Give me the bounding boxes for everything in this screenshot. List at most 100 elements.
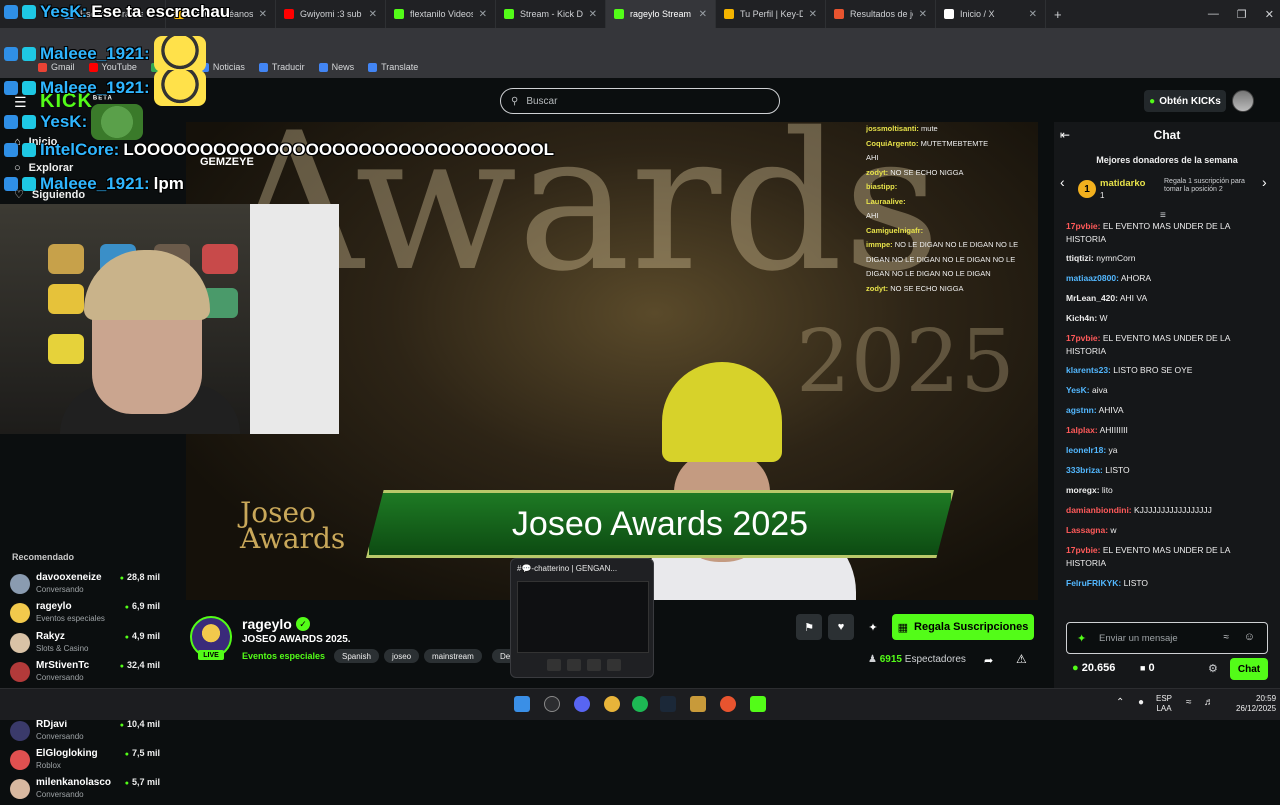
more-button[interactable]: ✦ <box>860 614 886 640</box>
browser-tab[interactable]: Gwiyomi :3 sub e ✕ <box>276 0 386 28</box>
recommended-channel[interactable]: MrStivenTcConversando 32,4 mil <box>10 660 160 688</box>
browser-tab[interactable]: Resultados de jos ✕ <box>826 0 936 28</box>
chat-username[interactable]: FelruFRIKYK: <box>1066 578 1121 588</box>
restore-icon[interactable]: ❐ <box>1237 8 1247 21</box>
chat-username[interactable]: klarents23: <box>1066 365 1111 375</box>
follow-button[interactable]: ♥ <box>828 614 854 640</box>
tab-close-icon[interactable]: ✕ <box>259 9 267 20</box>
mic-tray-icon[interactable]: ● <box>1138 697 1144 708</box>
search-input[interactable]: ⚲ Buscar <box>500 88 780 114</box>
share-icon[interactable]: ➦ <box>984 654 993 667</box>
bookmark-item[interactable]: Translate <box>368 62 418 72</box>
user-avatar[interactable] <box>1232 90 1254 112</box>
chat-username[interactable]: 333briza: <box>1066 465 1103 475</box>
video-chat-line: AHI <box>866 153 879 162</box>
emoji-icon[interactable]: ☺ <box>1244 631 1255 643</box>
chat-settings-icon[interactable]: ⚙ <box>1208 662 1218 675</box>
stream-tag[interactable]: mainstream <box>424 649 482 663</box>
tab-close-icon[interactable]: ✕ <box>479 9 487 20</box>
chat-username[interactable]: ttiqtizi: <box>1066 253 1094 263</box>
tab-close-icon[interactable]: ✕ <box>1029 9 1037 20</box>
tab-favicon <box>724 9 734 19</box>
overlay-badge2-icon <box>22 115 36 129</box>
recommended-channel[interactable]: davooxeneize Conversando 28,8 mil <box>10 572 160 600</box>
steam-icon[interactable] <box>660 696 676 712</box>
chat-username[interactable]: 17pvbie: <box>1066 333 1101 343</box>
video-chat-line: zodyt: NO SE ECHO NIGGA <box>866 283 964 293</box>
overlay-badge2-icon <box>22 5 36 19</box>
tab-close-icon[interactable]: ✕ <box>369 9 377 20</box>
bookmark-item[interactable]: News <box>318 62 354 72</box>
app-icon[interactable] <box>544 696 560 712</box>
chat-username[interactable]: MrLean_420: <box>1066 293 1118 303</box>
chat-username[interactable]: Kich4n: <box>1066 313 1097 323</box>
chrome-icon[interactable] <box>604 696 620 712</box>
tab-close-icon[interactable]: ✕ <box>589 9 597 20</box>
tab-favicon <box>284 9 294 19</box>
stream-tag[interactable]: Spanish <box>334 649 379 663</box>
tab-favicon <box>504 9 514 19</box>
nav-explorar[interactable]: ○ Explorar <box>14 162 73 174</box>
chat-username[interactable]: Lassagna: <box>1066 525 1108 535</box>
chat-username[interactable]: 1alplax: <box>1066 425 1098 435</box>
stream-category[interactable]: Eventos especiales <box>242 651 325 661</box>
recommended-channel[interactable]: RDjaviConversando 10,4 mil <box>10 719 160 747</box>
browser-tab[interactable]: flextanilo Videos ✕ <box>386 0 496 28</box>
browser-tab[interactable]: Inicio / X ✕ <box>936 0 1046 28</box>
get-kicks-button[interactable]: ● Obtén KICKs <box>1144 90 1226 112</box>
bookmark-item[interactable]: Noticias <box>199 62 245 72</box>
chat-username[interactable]: leonelr18: <box>1066 445 1106 455</box>
volume-icon[interactable]: ♬ <box>1204 697 1214 708</box>
chat-message: 17pvbie: EL EVENTO MAS UNDER DE LA HISTO… <box>1066 544 1264 570</box>
language-indicator[interactable]: ESP LAA <box>1156 694 1172 714</box>
gift-subscriptions-button[interactable]: ▦ Regala Suscripciones <box>892 614 1034 640</box>
recommended-channel[interactable]: ElGloglokingRoblox 7,5 mil <box>10 748 160 776</box>
stream-tag[interactable]: joseo <box>384 649 420 663</box>
browser-tab[interactable]: Stream - Kick Das ✕ <box>496 0 606 28</box>
bookmark-item[interactable]: Traducir <box>258 62 305 72</box>
notifications-button[interactable]: ⚑ <box>796 614 822 640</box>
recommended-channel[interactable]: rageyloEventos especiales 6,9 mil <box>10 601 160 629</box>
channel-name: milenkanolasco <box>36 777 112 789</box>
chat-send-button[interactable]: Chat <box>1230 658 1268 680</box>
wifi-icon[interactable]: ≈ <box>1186 697 1192 708</box>
chat-username[interactable]: agstnn: <box>1066 405 1097 415</box>
chat-username[interactable]: 17pvbie: <box>1066 545 1101 555</box>
discord-icon[interactable] <box>574 696 590 712</box>
emote-sparkle-icon[interactable]: ✦ <box>1077 632 1086 645</box>
browser-tab[interactable]: rageylo Stream ✕ <box>606 0 716 28</box>
chatterino-preview-window[interactable]: #💬-chatterino | GENGAN... <box>510 558 654 678</box>
chat-username[interactable]: 17pvbie: <box>1066 221 1101 231</box>
channel-name: MrStivenTc <box>36 659 90 671</box>
tab-close-icon[interactable]: ✕ <box>809 9 817 20</box>
spotify-icon[interactable] <box>632 696 648 712</box>
video-chat-line: biastipp: <box>866 182 898 191</box>
report-icon[interactable]: ⚠ <box>1016 652 1027 666</box>
chat-text: nymnCorn <box>1096 253 1136 263</box>
tab-close-icon[interactable]: ✕ <box>919 9 927 20</box>
channel-name[interactable]: rageylo <box>242 616 292 632</box>
donors-next-icon[interactable]: › <box>1262 174 1267 190</box>
recommended-channel[interactable]: RakyzSlots & Casino 4,9 mil <box>10 631 160 659</box>
windows-start-icon[interactable] <box>514 696 530 712</box>
browser-tab[interactable]: Tu Perfil | Key-Dr ✕ <box>716 0 826 28</box>
viewer-count: ♟ 6915 Espectadores <box>868 654 966 665</box>
system-clock[interactable]: 20:59 26/12/2025 <box>1236 694 1276 714</box>
kick-app-icon[interactable] <box>750 696 766 712</box>
chat-username[interactable]: YesK: <box>1066 385 1090 395</box>
game-icon[interactable] <box>690 696 706 712</box>
browser-app-icon[interactable] <box>720 696 736 712</box>
close-icon[interactable]: ✕ <box>1265 8 1274 21</box>
overlay-chat-line: Maleee_1921: lpm <box>4 174 184 194</box>
chat-username[interactable]: damianbiondini: <box>1066 505 1132 515</box>
chat-username[interactable]: moregx: <box>1066 485 1100 495</box>
chat-username[interactable]: matiaaz0800: <box>1066 273 1119 283</box>
tray-chevron-icon[interactable]: ⌃ <box>1116 697 1124 708</box>
recommended-channel[interactable]: milenkanolascoConversando 5,7 mil <box>10 777 160 805</box>
tab-close-icon[interactable]: ✕ <box>699 9 707 20</box>
translate-chat-icon[interactable]: ≈ <box>1224 632 1230 643</box>
donors-prev-icon[interactable]: ‹ <box>1060 174 1065 190</box>
new-tab-button[interactable]: + <box>1054 7 1062 22</box>
minimize-icon[interactable]: — <box>1208 8 1219 20</box>
chat-input[interactable]: ✦ Enviar un mensaje ≈ ☺ <box>1066 622 1268 654</box>
